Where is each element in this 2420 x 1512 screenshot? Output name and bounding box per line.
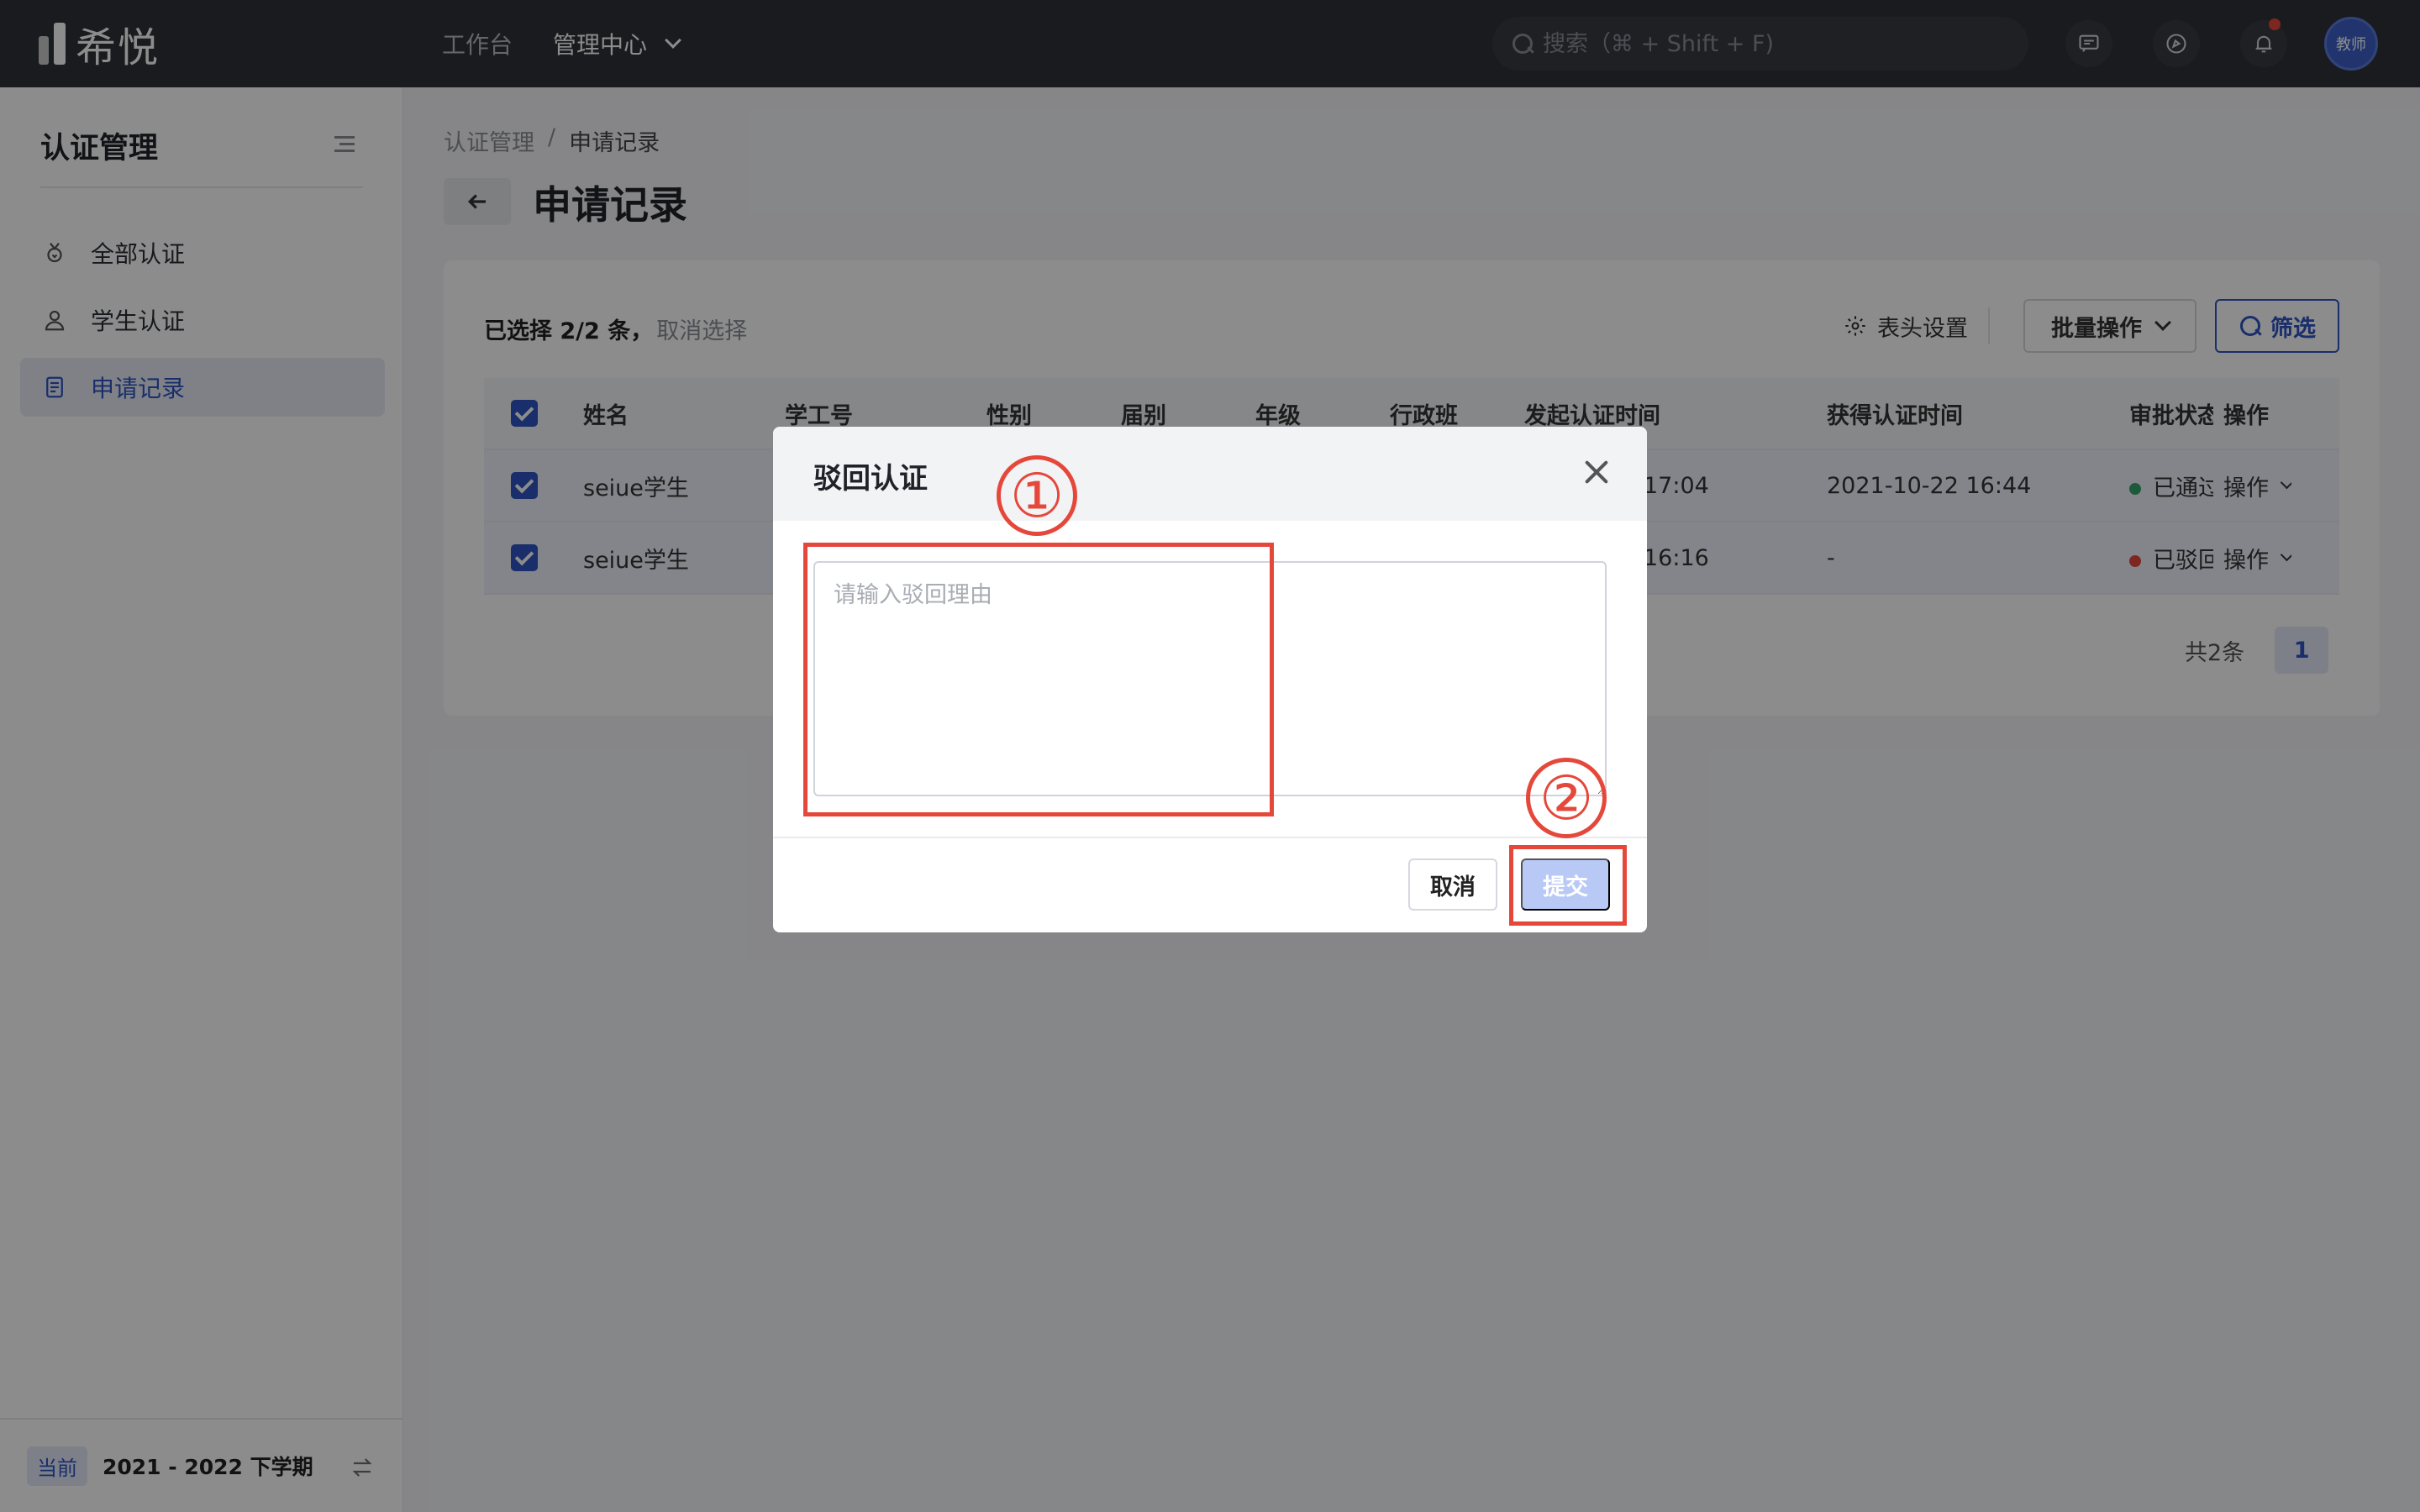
annotation-step-2: ② [1526,758,1607,838]
annotation-box-submit [1509,845,1627,926]
annotation-box-reason [803,543,1274,816]
cancel-button[interactable]: 取消 [1408,858,1497,911]
annotation-step-1: ① [997,455,1077,536]
dialog-footer-divider [773,837,1647,838]
dialog-title: 驳回认证 [813,462,928,496]
close-icon[interactable] [1581,457,1612,487]
dialog-header: 驳回认证 [773,427,1647,521]
